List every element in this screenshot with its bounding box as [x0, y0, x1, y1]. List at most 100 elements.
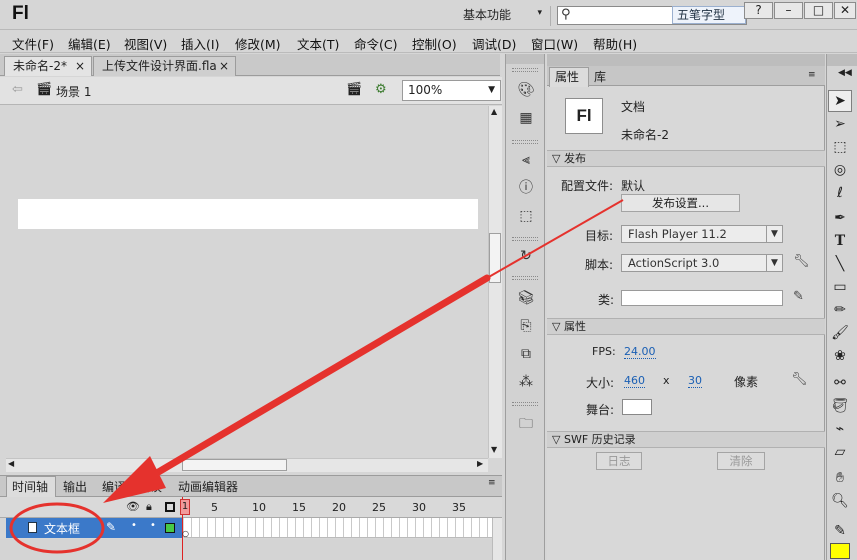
code-snippets-icon[interactable]: ↻ — [516, 246, 536, 266]
menu-view[interactable]: 视图(V) — [124, 34, 167, 53]
width-value[interactable]: 460 — [624, 374, 645, 388]
target-select[interactable]: Flash Player 11.2 ▼ — [621, 225, 783, 243]
tab-properties[interactable]: 属性 — [555, 68, 579, 85]
close-icon[interactable]: × — [219, 57, 229, 75]
eyedropper-tool-icon[interactable]: ⌁ — [828, 418, 852, 440]
color-icon[interactable]: 🎨︎ — [516, 80, 536, 100]
maximize-button[interactable]: □ — [804, 2, 833, 19]
subselection-tool-icon[interactable]: ➢ — [828, 113, 852, 135]
lock-dot[interactable]: • — [150, 520, 156, 531]
deco-tool-icon[interactable]: ❀ — [828, 345, 852, 367]
tab-timeline[interactable]: 时间轴 — [12, 478, 48, 495]
stage-canvas[interactable] — [18, 199, 478, 229]
pencil-icon[interactable]: ✎ — [793, 289, 804, 304]
transform-icon[interactable]: ⬚ — [516, 206, 536, 226]
timeline-scrollbar[interactable] — [492, 518, 502, 560]
scroll-left-icon[interactable]: ◀ — [8, 459, 14, 468]
fps-value[interactable]: 24.00 — [624, 345, 656, 359]
script-select[interactable]: ActionScript 3.0 ▼ — [621, 254, 783, 272]
text-tool-icon[interactable]: T — [828, 230, 852, 252]
vertical-scroll-thumb[interactable] — [489, 233, 501, 283]
stroke-color-icon[interactable]: ✎ — [828, 520, 852, 542]
minimize-button[interactable]: – — [774, 2, 803, 19]
playhead-label[interactable]: 1 — [180, 499, 190, 515]
menu-control[interactable]: 控制(O) — [412, 34, 457, 53]
brush-tool-icon[interactable]: 🖌︎ — [828, 322, 852, 344]
free-transform-tool-icon[interactable]: ⬚ — [828, 136, 852, 158]
ime-status[interactable]: 五笔字型 — [672, 6, 746, 24]
scroll-up-icon[interactable]: ▲ — [491, 107, 497, 116]
scene-label[interactable]: 场景 1 — [56, 83, 91, 100]
outline-icon[interactable] — [165, 502, 175, 512]
menu-text[interactable]: 文本(T) — [297, 34, 339, 53]
grip-handle[interactable] — [512, 68, 538, 72]
grip-handle[interactable] — [512, 402, 538, 406]
layer-outline-color[interactable] — [165, 523, 175, 533]
menu-help[interactable]: 帮助(H) — [593, 34, 637, 53]
back-arrow-icon[interactable]: ⇦ — [12, 82, 23, 97]
pen-tool-icon[interactable]: ✒ — [828, 207, 852, 229]
tab-output[interactable]: 输出 — [63, 478, 87, 495]
grip-handle[interactable] — [512, 140, 538, 144]
rectangle-tool-icon[interactable]: ▭ — [828, 276, 852, 298]
layer-name[interactable]: 文本框 — [44, 520, 80, 537]
components-icon[interactable]: ⧉ — [516, 344, 536, 364]
library-icon[interactable]: 📚︎ — [516, 288, 536, 308]
stage-color-swatch[interactable] — [622, 399, 652, 415]
tab-compiler-errors[interactable]: 编译器错误 — [102, 478, 162, 495]
selection-tool-icon[interactable]: ➤ — [828, 90, 852, 112]
frame-grid[interactable] — [184, 518, 502, 538]
log-button[interactable]: 日志 — [596, 452, 642, 470]
eye-icon[interactable]: 👁︎ — [126, 500, 140, 513]
class-input[interactable] — [621, 290, 783, 306]
align-icon[interactable]: ⫷ — [516, 150, 536, 170]
menu-window[interactable]: 窗口(W) — [531, 34, 578, 53]
horizontal-scroll-thumb[interactable] — [182, 459, 287, 471]
project-icon[interactable]: 🗀 — [516, 414, 536, 434]
eraser-tool-icon[interactable]: ▱ — [828, 441, 852, 463]
line-tool-icon[interactable]: ╲ — [828, 253, 852, 275]
help-button[interactable]: ? — [744, 2, 773, 19]
properties-section-header[interactable]: ▽ 属性 — [547, 318, 825, 335]
scroll-right-icon[interactable]: ▶ — [477, 459, 483, 468]
paint-bucket-tool-icon[interactable]: 🪣︎ — [828, 395, 852, 417]
grip-handle[interactable] — [512, 237, 538, 241]
publish-section-header[interactable]: ▽ 发布 — [547, 150, 825, 167]
lock-icon[interactable]: 🔒︎ — [146, 500, 152, 514]
scroll-down-icon[interactable]: ▼ — [491, 445, 497, 454]
zoom-select[interactable]: 100% ▼ — [402, 80, 501, 101]
zoom-tool-icon[interactable]: 🔍︎ — [828, 490, 852, 512]
info-icon[interactable]: ⓘ — [516, 178, 536, 198]
swf-history-section-header[interactable]: ▽ SWF 历史记录 — [547, 431, 825, 448]
visibility-dot[interactable]: • — [131, 520, 137, 531]
lasso-tool-icon[interactable]: ℓ — [828, 182, 852, 204]
actions-icon[interactable]: ⎘ — [516, 316, 536, 336]
wrench-icon[interactable]: 🔧︎ — [793, 254, 810, 269]
wrench-icon[interactable]: 🔧︎ — [791, 372, 808, 387]
panel-menu-icon[interactable]: ≡ — [488, 478, 496, 488]
grip-handle[interactable] — [512, 276, 538, 280]
clear-button[interactable]: 清除 — [717, 452, 765, 470]
tab-untitled-2[interactable]: 未命名-2* × — [4, 56, 92, 76]
3d-rotation-tool-icon[interactable]: ◎ — [828, 159, 852, 181]
tab-upload-design[interactable]: 上传文件设计界面.fla × — [93, 56, 236, 76]
workspace-switcher[interactable]: 基本功能 ▾ — [463, 6, 551, 26]
motion-presets-icon[interactable]: ⁂ — [516, 372, 536, 392]
swatches-icon[interactable]: ▦ — [516, 108, 536, 128]
menu-insert[interactable]: 插入(I) — [181, 34, 219, 53]
pencil-tool-icon[interactable]: ✏ — [828, 299, 852, 321]
panel-menu-icon[interactable]: ≡ — [808, 70, 816, 80]
menu-commands[interactable]: 命令(C) — [354, 34, 397, 53]
edit-symbols-icon[interactable]: ⚙ — [375, 82, 387, 97]
menu-file[interactable]: 文件(F) — [12, 34, 54, 53]
menu-debug[interactable]: 调试(D) — [472, 34, 516, 53]
hand-tool-icon[interactable]: ✋︎ — [828, 467, 852, 489]
height-value[interactable]: 30 — [688, 374, 702, 388]
pasteboard[interactable] — [6, 106, 488, 458]
close-button[interactable]: ✕ — [834, 2, 856, 19]
menu-modify[interactable]: 修改(M) — [235, 34, 281, 53]
bone-tool-icon[interactable]: ⚯ — [828, 372, 852, 394]
close-icon[interactable]: × — [75, 57, 85, 75]
publish-settings-button[interactable]: 发布设置... — [621, 194, 740, 212]
expand-icon[interactable]: ◀◀ — [838, 68, 852, 78]
